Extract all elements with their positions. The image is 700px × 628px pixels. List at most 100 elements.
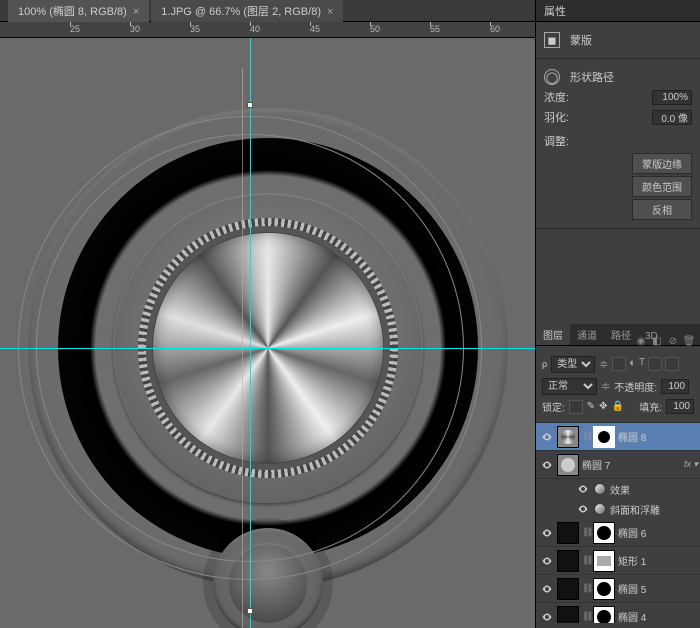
layer-name[interactable]: 椭圆 6 bbox=[618, 525, 646, 540]
mask-label: 蒙版 bbox=[570, 32, 592, 48]
close-icon[interactable]: × bbox=[327, 6, 333, 18]
layer-list: ⛓ 椭圆 8 椭圆 7 fx ▾ 效果 斜面和浮雕 ⛓ 椭圆 6 ⛓ 矩形 1 … bbox=[536, 423, 700, 623]
color-range-button[interactable]: 颜色范围 bbox=[632, 176, 692, 197]
effect-label: 效果 bbox=[610, 482, 630, 497]
visibility-toggle[interactable] bbox=[540, 458, 554, 472]
layer-thumbnail[interactable] bbox=[557, 578, 579, 600]
tab-label: 100% (椭圆 8, RGB/8) bbox=[18, 6, 127, 18]
lock-pixels-icon[interactable] bbox=[569, 400, 583, 414]
layer-name[interactable]: 矩形 1 bbox=[618, 553, 646, 568]
tab-paths[interactable]: 路径 bbox=[604, 324, 638, 345]
trash-icon[interactable]: 🗑 bbox=[682, 336, 696, 350]
document-tab-1[interactable]: 100% (椭圆 8, RGB/8) × bbox=[8, 0, 149, 22]
guide-horizontal[interactable] bbox=[0, 348, 535, 349]
layer-row[interactable]: ⛓ 椭圆 5 bbox=[536, 575, 700, 603]
tab-channels[interactable]: 通道 bbox=[570, 324, 604, 345]
transform-handle-bottom[interactable] bbox=[247, 608, 253, 614]
filter-adjust-icon[interactable]: ◐ bbox=[629, 357, 636, 371]
link-icon: ⛓ bbox=[582, 431, 590, 442]
link-icon: ⛓ bbox=[582, 527, 590, 538]
link-icon: ⛓ bbox=[582, 611, 590, 622]
properties-panel-header[interactable]: 属性 bbox=[536, 0, 700, 22]
shape-path-label: 形状路径 bbox=[570, 69, 614, 85]
ruler-tick: 50 bbox=[370, 22, 380, 34]
layer-row[interactable]: ⛓ 椭圆 8 bbox=[536, 423, 700, 451]
layer-row[interactable]: ⛓ 矩形 1 bbox=[536, 547, 700, 575]
ruler-tick: 30 bbox=[130, 22, 140, 34]
layer-name[interactable]: 椭圆 7 bbox=[582, 457, 610, 472]
visibility-toggle[interactable] bbox=[540, 430, 554, 444]
eye-icon[interactable]: ◉ bbox=[634, 336, 648, 350]
density-input[interactable] bbox=[652, 90, 692, 105]
layer-row[interactable]: ⛓ 椭圆 6 bbox=[536, 519, 700, 547]
layer-thumbnail[interactable] bbox=[557, 606, 579, 624]
layer-row[interactable]: 椭圆 7 fx ▾ bbox=[536, 451, 700, 479]
mask-mini-icon[interactable]: ◧ bbox=[650, 336, 664, 350]
ruler-tick: 40 bbox=[250, 22, 260, 34]
ruler-tick: 55 bbox=[430, 22, 440, 34]
bottom-knob-inner bbox=[228, 543, 308, 623]
panel-footer-icons: ◉ ◧ ⊘ 🗑 bbox=[634, 336, 696, 350]
filter-kind-select[interactable]: 类型 bbox=[551, 356, 595, 373]
close-icon[interactable]: × bbox=[133, 6, 139, 18]
mask-thumbnail[interactable] bbox=[593, 550, 615, 572]
adjust-label: 调整: bbox=[544, 133, 569, 149]
mask-thumbnail[interactable] bbox=[593, 606, 615, 624]
visibility-toggle[interactable] bbox=[540, 526, 554, 540]
mask-thumbnail[interactable] bbox=[593, 426, 615, 448]
tab-label: 1.JPG @ 66.7% (图层 2, RGB/8) bbox=[161, 6, 321, 18]
filter-type-icon[interactable]: T bbox=[639, 357, 645, 371]
mask-thumbnail[interactable] bbox=[593, 578, 615, 600]
layer-thumbnail[interactable] bbox=[557, 522, 579, 544]
link-icon: ⛓ bbox=[582, 583, 590, 594]
disable-icon[interactable]: ⊘ bbox=[666, 336, 680, 350]
link-icon: ⛓ bbox=[582, 555, 590, 566]
layer-row[interactable]: ⛓ 椭圆 4 bbox=[536, 603, 700, 623]
feather-input[interactable] bbox=[652, 110, 692, 125]
ruler-tick: 60 bbox=[490, 22, 500, 34]
ruler-tick: 35 bbox=[190, 22, 200, 34]
layer-thumbnail[interactable] bbox=[557, 454, 579, 476]
visibility-toggle[interactable] bbox=[540, 582, 554, 596]
tab-layers[interactable]: 图层 bbox=[536, 324, 570, 345]
document-tab-2[interactable]: 1.JPG @ 66.7% (图层 2, RGB/8) × bbox=[151, 0, 343, 22]
filter-pixel-icon[interactable] bbox=[612, 357, 626, 371]
layer-controls: ρ 类型 ≑ ◐ T 正常 ≑ 不透明度: 锁定: ✎ ✥ 🔒 填充: bbox=[536, 346, 700, 423]
opacity-input[interactable] bbox=[661, 379, 689, 394]
visibility-toggle[interactable] bbox=[540, 554, 554, 568]
visibility-toggle[interactable] bbox=[576, 502, 590, 516]
transform-handle-top[interactable] bbox=[247, 102, 253, 108]
effect-label: 斜面和浮雕 bbox=[610, 502, 660, 517]
layer-thumbnail[interactable] bbox=[557, 426, 579, 448]
visibility-toggle[interactable] bbox=[540, 610, 554, 624]
layer-name[interactable]: 椭圆 4 bbox=[618, 609, 646, 623]
mask-thumbnail[interactable] bbox=[593, 522, 615, 544]
feather-label: 羽化: bbox=[544, 109, 569, 125]
lock-label: 锁定: bbox=[542, 399, 565, 414]
fill-input[interactable] bbox=[666, 399, 694, 414]
shape-path-icon: ◯ bbox=[544, 69, 560, 85]
fx-icon bbox=[594, 503, 606, 515]
filter-smart-icon[interactable] bbox=[665, 357, 679, 371]
canvas-area[interactable] bbox=[0, 38, 535, 628]
layer-thumbnail[interactable] bbox=[557, 550, 579, 572]
layer-name[interactable]: 椭圆 5 bbox=[618, 581, 646, 596]
right-panel: 属性 ◼ 蒙版 ◯ 形状路径 浓度: 羽化: 调整: 蒙版边缘 颜色范围 反相 ◉ … bbox=[535, 0, 700, 628]
fx-badge[interactable]: fx ▾ bbox=[684, 459, 698, 470]
invert-button[interactable]: 反相 bbox=[632, 199, 692, 220]
blend-mode-select[interactable]: 正常 bbox=[542, 378, 597, 395]
effects-row[interactable]: 效果 bbox=[536, 479, 700, 499]
panel-title: 属性 bbox=[544, 3, 566, 19]
visibility-toggle[interactable] bbox=[576, 482, 590, 496]
mask-edge-button[interactable]: 蒙版边缘 bbox=[632, 153, 692, 174]
opacity-label: 不透明度: bbox=[614, 379, 657, 394]
effect-bevel-row[interactable]: 斜面和浮雕 bbox=[536, 499, 700, 519]
lock-all-icon[interactable]: 🔒 bbox=[612, 401, 624, 412]
ruler-horizontal[interactable]: 25 30 35 40 45 50 55 60 bbox=[0, 22, 535, 38]
density-label: 浓度: bbox=[544, 89, 569, 105]
fx-icon bbox=[594, 483, 606, 495]
filter-shape-icon[interactable] bbox=[648, 357, 662, 371]
mask-icon: ◼ bbox=[544, 32, 560, 48]
layer-name[interactable]: 椭圆 8 bbox=[618, 429, 646, 444]
guide-vertical[interactable] bbox=[250, 38, 251, 628]
